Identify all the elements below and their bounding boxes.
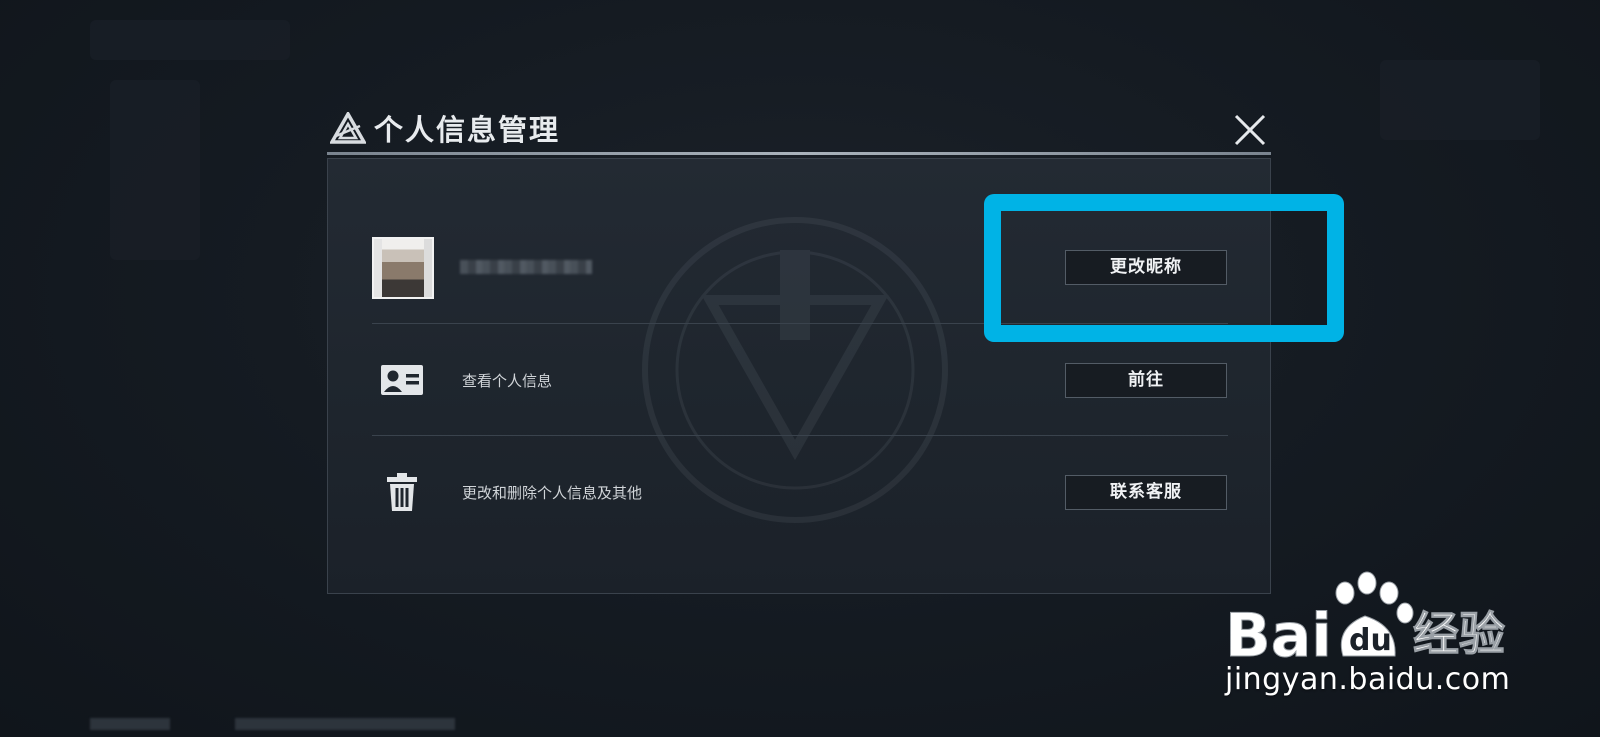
brand-right-text: 经验	[1413, 607, 1505, 661]
close-icon[interactable]	[1232, 112, 1268, 148]
row-divider	[372, 435, 1228, 436]
bottom-text-blurred	[90, 718, 170, 730]
game-logo-icon	[330, 112, 366, 144]
go-button[interactable]: 前往	[1065, 363, 1227, 398]
background-panel-blur	[1380, 60, 1540, 140]
emblem-watermark-icon	[642, 217, 948, 523]
contact-support-button[interactable]: 联系客服	[1065, 475, 1227, 510]
baidu-watermark-url: jingyan.baidu.com	[1225, 662, 1511, 697]
background-panel-blur	[90, 20, 290, 60]
title-divider	[327, 152, 1271, 155]
nickname-text-blurred	[460, 260, 592, 274]
modify-delete-info-label: 更改和删除个人信息及其他	[462, 484, 643, 502]
highlight-annotation-box	[984, 194, 1344, 342]
avatar	[372, 237, 434, 299]
id-card-icon	[381, 365, 423, 395]
brand-mid-text: du	[1349, 623, 1392, 658]
bottom-text-blurred	[235, 718, 455, 730]
background-panel-blur	[110, 80, 200, 260]
brand-left-text: Bai	[1225, 601, 1332, 663]
baidu-watermark-logo: Bai du 经验	[1225, 571, 1506, 663]
dialog-title: 个人信息管理	[374, 113, 561, 147]
view-personal-info-label: 查看个人信息	[462, 372, 553, 390]
dialog-title-bar: 个人信息管理	[330, 108, 560, 148]
trash-icon	[387, 473, 417, 511]
